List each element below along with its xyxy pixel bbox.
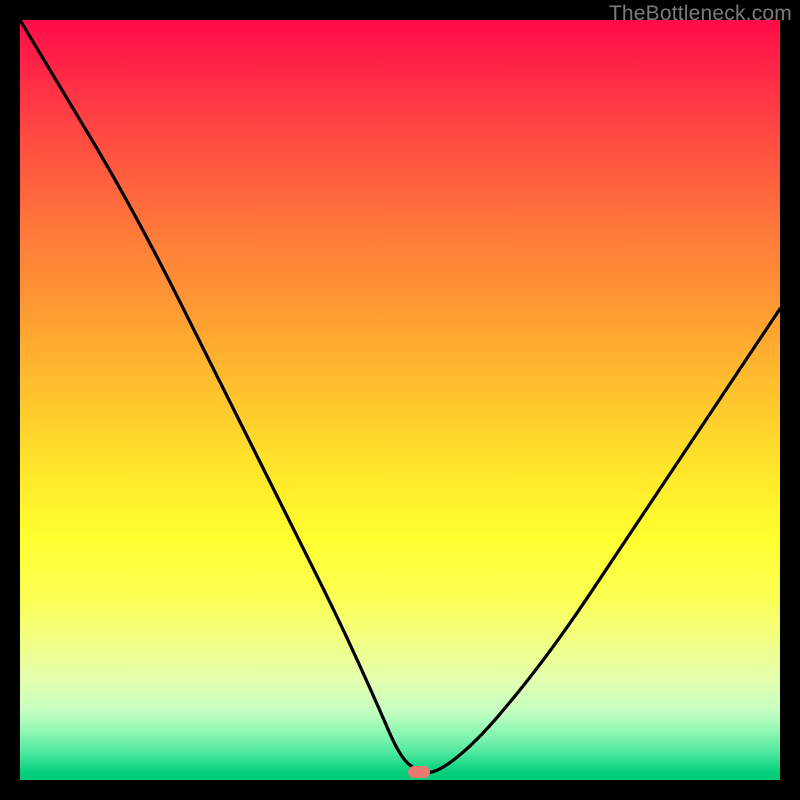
curve-path (20, 20, 780, 772)
chart-stage: TheBottleneck.com (0, 0, 800, 800)
minimum-marker (408, 766, 430, 778)
bottleneck-curve (20, 20, 780, 780)
plot-area (20, 20, 780, 780)
